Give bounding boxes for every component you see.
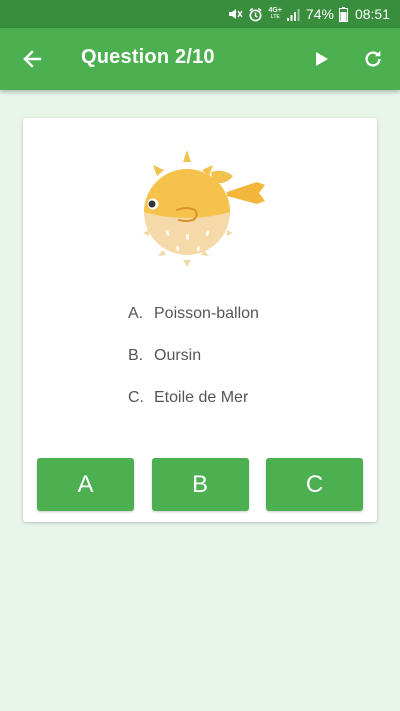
battery-percent: 74% <box>305 6 334 22</box>
refresh-button[interactable] <box>357 43 389 75</box>
signal-icon <box>286 6 301 22</box>
alarm-icon <box>248 6 263 22</box>
app-bar: Question 2/10 <box>0 28 400 90</box>
answer-buttons: A B C <box>37 458 363 511</box>
answer-a-button[interactable]: A <box>37 458 134 511</box>
question-card: A. Poisson-ballon B. Oursin C. Etoile de… <box>23 118 377 522</box>
play-icon <box>316 52 328 66</box>
mute-icon <box>227 6 244 22</box>
choice-text: Etoile de Mer <box>154 389 249 406</box>
choice-letter: B. <box>128 347 144 364</box>
network-type-bottom: LTE <box>270 14 280 20</box>
choice-text: Poisson-ballon <box>154 305 259 322</box>
network-type-top: 4G+ <box>268 7 282 14</box>
choice-b: B. Oursin <box>128 347 358 389</box>
clock: 08:51 <box>354 6 390 22</box>
pufferfish-image <box>143 150 265 267</box>
network-type-icon: 4G+ LTE <box>268 6 281 22</box>
page-title: Question 2/10 <box>81 46 215 68</box>
choice-letter: C. <box>128 389 144 406</box>
status-bar: 4G+ LTE 74% 08:51 <box>0 0 400 28</box>
arrow-left-icon <box>23 50 42 68</box>
choice-letter: A. <box>128 305 144 322</box>
back-button[interactable] <box>16 43 48 75</box>
answer-b-button[interactable]: B <box>151 458 249 511</box>
choices-list: A. Poisson-ballon B. Oursin C. Etoile de… <box>128 305 358 431</box>
choice-c: C. Etoile de Mer <box>128 389 358 431</box>
answer-c-button[interactable]: C <box>266 458 363 511</box>
choice-a: A. Poisson-ballon <box>128 305 358 347</box>
battery-icon <box>338 6 348 22</box>
play-button[interactable] <box>306 43 338 75</box>
refresh-icon <box>365 50 381 67</box>
choice-text: Oursin <box>154 347 202 364</box>
